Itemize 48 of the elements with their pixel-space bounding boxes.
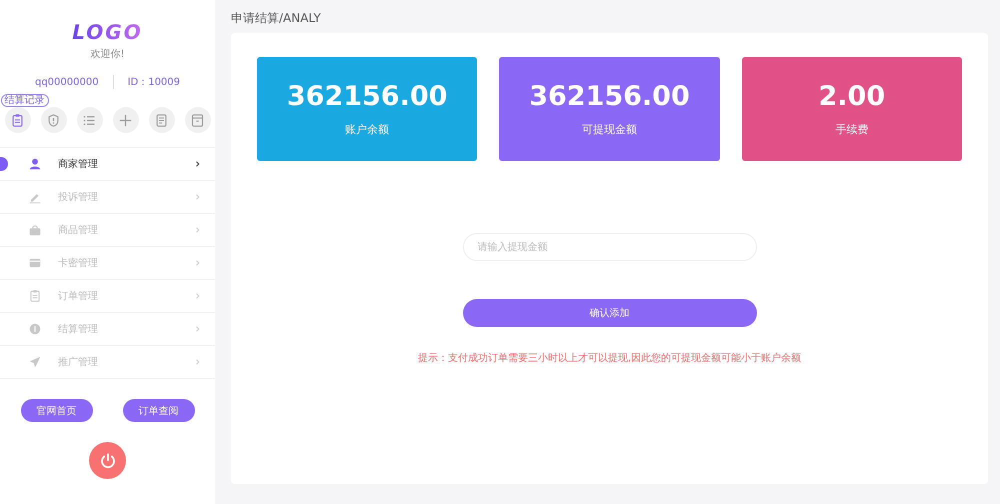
hint-text: 提示：支付成功订单需要三小时以上才可以提现,因此您的可提现金额可能小于账户余额	[418, 352, 802, 365]
plus-icon	[118, 112, 133, 128]
menu-item[interactable]: 投诉管理	[0, 181, 215, 214]
shortcut-button[interactable]	[76, 107, 102, 133]
amount-field[interactable]: 请输入提现金额	[462, 233, 756, 261]
stat-label: 可提现金额	[582, 122, 637, 137]
plane-icon	[28, 355, 42, 369]
menu-item[interactable]: 商家管理	[0, 148, 215, 181]
breadcrumb: 申请结算/ANALY	[231, 10, 322, 27]
menu-item[interactable]: 卡密管理	[0, 247, 215, 280]
archive-icon	[190, 112, 205, 128]
chevron-icon	[195, 359, 201, 365]
menu-item[interactable]: 商品管理	[0, 214, 215, 247]
power-button[interactable]	[89, 442, 126, 479]
shortcut-button[interactable]	[112, 107, 138, 133]
clipboard-icon	[28, 289, 42, 303]
menu-item[interactable]: 结算管理	[0, 313, 215, 346]
chevron-icon	[195, 260, 201, 266]
basket-icon	[28, 223, 42, 237]
user-id: ID：10009	[128, 76, 180, 89]
stat-value: 362156.00	[286, 81, 448, 112]
tooltip: 结算记录	[0, 94, 48, 107]
clipboard-icon	[10, 112, 25, 128]
welcome-text: 欢迎你!	[90, 48, 124, 61]
nav-button[interactable]: 官网首页	[20, 399, 92, 422]
menu-item[interactable]: 订单管理	[0, 280, 215, 313]
stat-value: 2.00	[818, 81, 886, 112]
power-icon	[98, 452, 116, 470]
stat-value: 362156.00	[529, 81, 690, 112]
shield-icon	[46, 112, 61, 128]
submit-button[interactable]: 确认添加	[462, 299, 756, 327]
chevron-icon	[195, 293, 201, 299]
username: qq00000000	[34, 76, 99, 88]
shortcut-button[interactable]	[148, 107, 174, 133]
document-icon	[154, 112, 169, 128]
chevron-icon	[195, 194, 201, 200]
coin-icon	[28, 322, 42, 336]
card-icon	[28, 256, 42, 270]
chevron-icon	[195, 326, 201, 332]
nav-button[interactable]: 订单查阅	[122, 399, 194, 422]
stat-label: 手续费	[835, 122, 868, 137]
chevron-icon	[195, 161, 201, 167]
chevron-icon	[195, 227, 201, 233]
menu-item[interactable]: 推广管理	[0, 346, 215, 379]
shortcut-button[interactable]	[184, 107, 210, 133]
shortcut-button[interactable]	[40, 107, 66, 133]
stat-label: 账户余额	[345, 122, 390, 137]
user-icon	[28, 157, 42, 171]
